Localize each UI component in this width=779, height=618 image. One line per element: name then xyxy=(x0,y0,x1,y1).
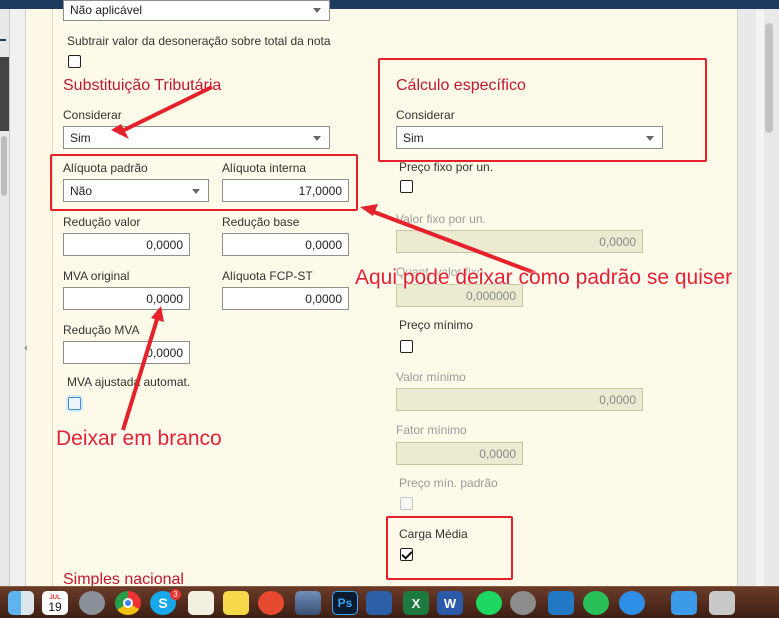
arrow-to-mva-original xyxy=(121,315,160,431)
launchpad-icon[interactable] xyxy=(79,591,105,615)
notes-icon[interactable] xyxy=(188,591,214,615)
trash-icon[interactable] xyxy=(709,591,735,615)
excel-icon[interactable]: X xyxy=(403,591,429,615)
downloads-icon[interactable] xyxy=(671,591,697,615)
word-icon[interactable]: W xyxy=(437,591,463,615)
annotation-aqui: Aqui pode deixar como padrão se quiser xyxy=(355,266,733,289)
arrow-to-aliquota-box xyxy=(365,207,536,275)
system-preferences-icon[interactable] xyxy=(510,591,536,615)
skype-badge: 3 xyxy=(170,589,181,600)
spotify-icon[interactable] xyxy=(476,591,502,615)
calendar-icon[interactable]: JUL 19 xyxy=(42,591,68,615)
photoshop-label: Ps xyxy=(337,596,353,610)
safari-icon[interactable] xyxy=(619,591,645,615)
arrow-to-considerar-head xyxy=(111,124,129,139)
whatsapp-icon[interactable] xyxy=(583,591,609,615)
photoshop-icon[interactable]: Ps xyxy=(332,591,358,615)
calendar-day: 19 xyxy=(48,600,62,614)
chrome-center xyxy=(123,598,133,608)
photo-icon[interactable] xyxy=(295,591,321,615)
vscode-icon[interactable] xyxy=(548,591,574,615)
chrome-icon[interactable] xyxy=(115,591,141,615)
finder-icon[interactable] xyxy=(8,591,34,615)
virtualbox-icon[interactable] xyxy=(366,591,392,615)
stickies-icon[interactable] xyxy=(223,591,249,615)
arrow-to-considerar xyxy=(117,85,213,135)
arrow-to-mva-original-head xyxy=(151,306,164,322)
annotation-arrows xyxy=(111,85,536,431)
screen-share-icon[interactable] xyxy=(258,591,284,615)
annotation-deixar: Deixar em branco xyxy=(56,427,222,450)
